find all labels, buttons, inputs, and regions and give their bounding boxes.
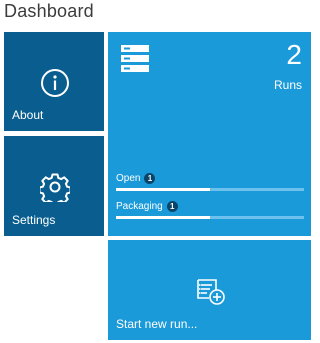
status-packaging-progress [116,216,304,219]
info-icon [41,69,69,97]
runs-count: 2 [286,39,302,70]
status-open-badge: 1 [144,173,156,184]
status-open-progress-fill [116,188,210,191]
status-open-progress [116,188,304,191]
status-open-label: Open [116,173,141,184]
start-new-run-label: Start new run... [116,317,198,331]
about-tile[interactable]: About [4,32,104,131]
runs-tile[interactable]: 2 Runs Open 1 Packaging 1 [108,32,311,236]
status-packaging[interactable]: Packaging 1 [116,201,304,219]
runs-label: Runs [273,78,302,92]
page-title: Dashboard [4,1,94,21]
status-packaging-progress-fill [116,216,210,219]
status-packaging-label: Packaging [116,201,163,212]
start-new-run-tile[interactable]: Start new run... [108,240,311,340]
settings-label: Settings [12,213,56,227]
new-run-icon [197,279,225,305]
about-label: About [12,108,44,122]
status-packaging-badge: 1 [166,201,178,212]
server-icon [121,45,149,72]
status-open[interactable]: Open 1 [116,173,304,191]
settings-tile[interactable]: Settings [4,136,104,236]
gear-icon [40,173,70,202]
